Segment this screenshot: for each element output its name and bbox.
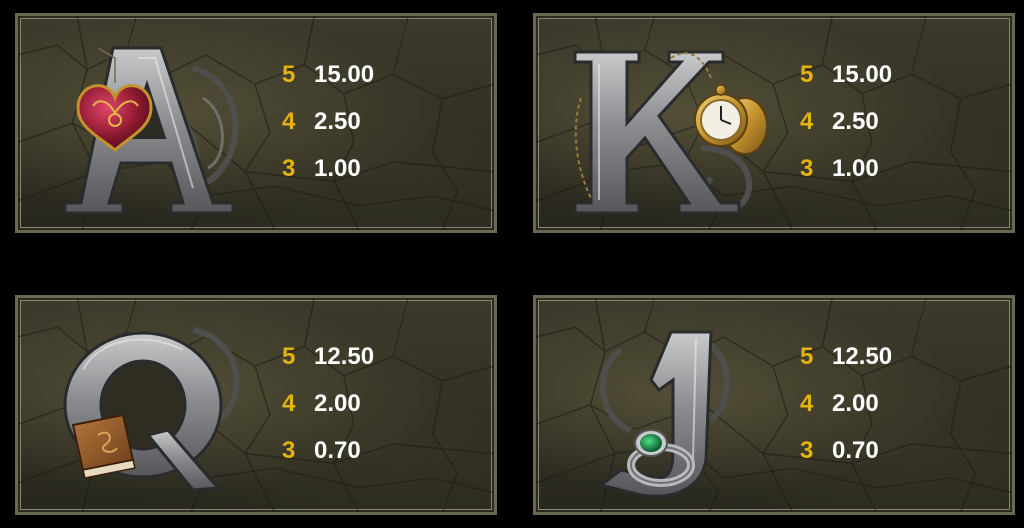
pay-count: 3 (282, 437, 296, 464)
paytable-panel-j: 5 12.50 4 2.00 3 0.70 (533, 295, 1015, 515)
pay-value: 0.70 (314, 437, 361, 464)
symbol-a (43, 28, 248, 224)
paytable: 5 12.50 4 2.00 3 0.70 (282, 343, 482, 484)
paytable-panel-q: 5 12.50 4 2.00 3 0.70 (15, 295, 497, 515)
pay-value: 0.70 (832, 437, 879, 464)
pay-count: 3 (282, 155, 296, 182)
pay-count: 3 (800, 437, 814, 464)
pay-value: 15.00 (832, 61, 893, 88)
pay-row: 5 15.00 (800, 61, 1000, 108)
pay-value: 2.00 (314, 390, 361, 417)
paytable: 5 12.50 4 2.00 3 0.70 (800, 343, 1000, 484)
pay-row: 4 2.50 (282, 108, 482, 155)
pay-value: 2.00 (832, 390, 879, 417)
pay-count: 5 (282, 343, 296, 370)
pay-count: 5 (800, 343, 814, 370)
pay-row: 4 2.00 (282, 390, 482, 437)
pay-value: 1.00 (314, 155, 361, 182)
pay-value: 15.00 (314, 61, 375, 88)
pocket-watch-icon (694, 84, 768, 155)
pay-row: 5 12.50 (800, 343, 1000, 390)
pay-count: 3 (800, 155, 814, 182)
pay-row: 3 0.70 (282, 437, 482, 484)
pay-count: 5 (800, 61, 814, 88)
pay-value: 1.00 (832, 155, 879, 182)
pay-value: 12.50 (314, 343, 375, 370)
paytable: 5 15.00 4 2.50 3 1.00 (800, 61, 1000, 202)
pay-row: 4 2.00 (800, 390, 1000, 437)
pay-row: 4 2.50 (800, 108, 1000, 155)
paytable-panel-k: 5 15.00 4 2.50 3 1.00 (533, 13, 1015, 233)
pay-row: 5 12.50 (282, 343, 482, 390)
symbol-q (43, 310, 248, 506)
pay-count: 4 (800, 390, 814, 417)
pay-value: 2.50 (832, 108, 879, 135)
pay-value: 2.50 (314, 108, 361, 135)
pay-row: 3 0.70 (800, 437, 1000, 484)
pay-row: 3 1.00 (800, 155, 1000, 202)
pay-count: 4 (282, 390, 296, 417)
pay-value: 12.50 (832, 343, 893, 370)
symbol-j (561, 310, 766, 506)
pay-row: 3 1.00 (282, 155, 482, 202)
pay-count: 5 (282, 61, 296, 88)
pay-count: 4 (800, 108, 814, 135)
paytable: 5 15.00 4 2.50 3 1.00 (282, 61, 482, 202)
symbol-k (561, 28, 768, 224)
book-icon (71, 413, 136, 479)
pay-row: 5 15.00 (282, 61, 482, 108)
paytable-panel-a: 5 15.00 4 2.50 3 1.00 (15, 13, 497, 233)
pay-count: 4 (282, 108, 296, 135)
